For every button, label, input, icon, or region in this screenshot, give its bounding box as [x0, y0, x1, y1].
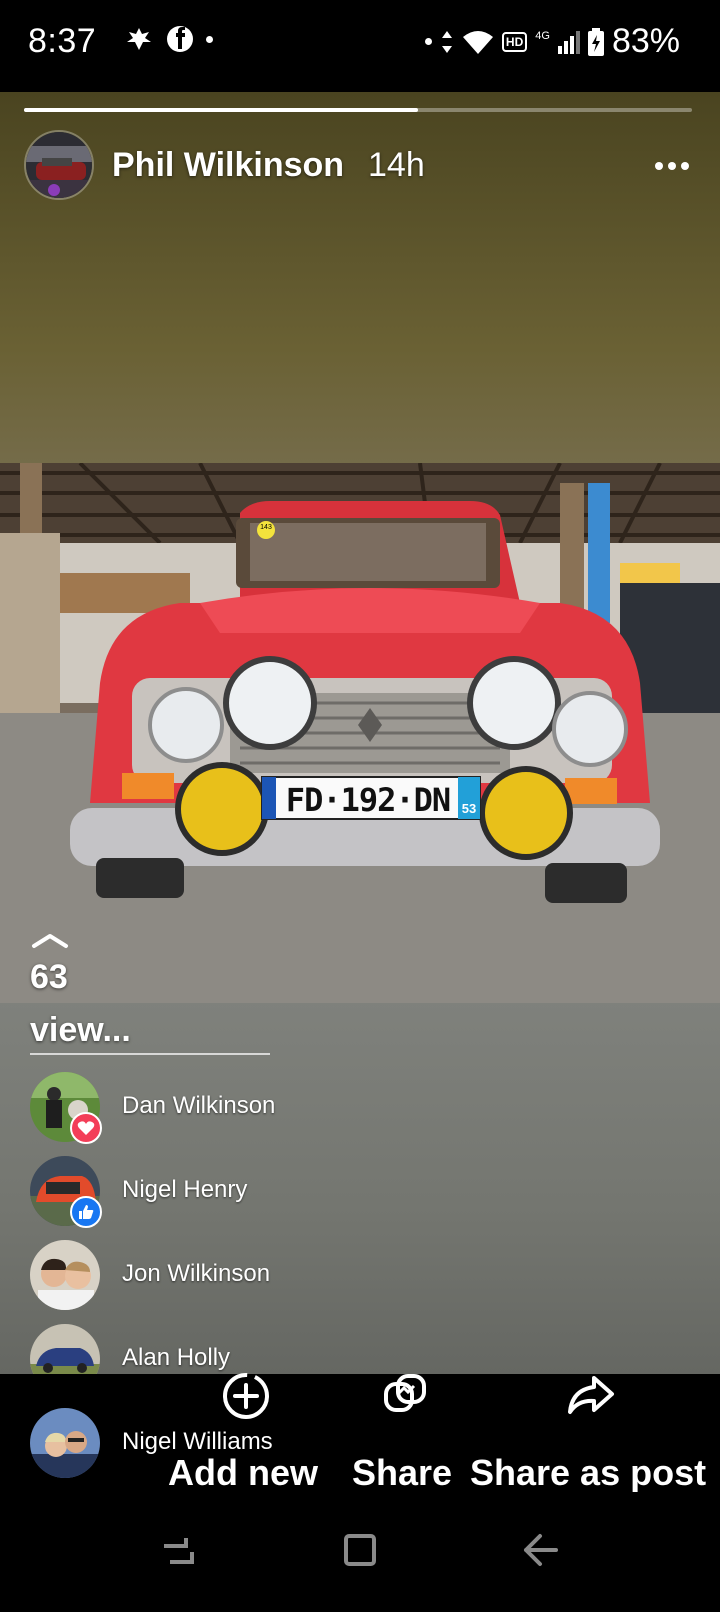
data-arrows-icon [441, 30, 452, 53]
love-reaction-icon [70, 1112, 102, 1144]
post-time: 14h [368, 146, 425, 184]
views-underline [30, 1053, 270, 1055]
chevron-up-icon[interactable] [28, 930, 72, 950]
status-dot-right [424, 38, 432, 45]
viewer-name: Alan Holly [122, 1344, 231, 1371]
add-new-label[interactable]: Add new [168, 1452, 318, 1494]
views-count[interactable]: 63 [30, 958, 68, 997]
windshield-sticker: 143 [260, 524, 272, 531]
license-plate-text: FD·192·DN [285, 781, 451, 819]
battery-icon [587, 27, 604, 56]
story-photo: FD·192·DN 53 143 [0, 463, 720, 1003]
add-circle-icon [223, 1373, 269, 1419]
system-nav-bar [0, 1492, 720, 1612]
status-bar: 8:37 HD 4G 83% [0, 0, 720, 88]
author-avatar[interactable] [24, 130, 94, 200]
wifi-icon [462, 30, 493, 54]
battery-percent: 83% [611, 22, 680, 60]
viewer-avatar [30, 1408, 100, 1478]
signal-icon [557, 30, 580, 54]
more-dot [655, 162, 663, 170]
status-left-icons [124, 24, 213, 54]
more-dot [681, 162, 689, 170]
author-name[interactable]: Phil Wilkinson [112, 146, 344, 185]
recent-apps-icon[interactable] [160, 1532, 196, 1568]
network-label: 4G [535, 29, 550, 42]
share-arrow-icon [568, 1376, 614, 1414]
status-dot [206, 35, 213, 43]
viewer-name: Nigel Henry [122, 1176, 248, 1203]
share-as-post-label[interactable]: Share as post [470, 1452, 706, 1494]
notification-icon [127, 28, 151, 50]
like-reaction-icon [70, 1196, 102, 1228]
share-label[interactable]: Share [352, 1452, 452, 1494]
viewer-name: Jon Wilkinson [122, 1260, 271, 1287]
viewer-name: Dan Wilkinson [122, 1092, 276, 1119]
more-dot [668, 162, 676, 170]
add-new-button[interactable] [218, 1370, 274, 1422]
viewer-row[interactable]: Dan Wilkinson [30, 1072, 430, 1144]
more-options-button[interactable] [648, 150, 696, 182]
share-button[interactable] [376, 1370, 432, 1422]
share-as-post-button[interactable] [562, 1370, 618, 1422]
facebook-icon [167, 26, 193, 52]
viewer-row[interactable]: Jon Wilkinson [30, 1240, 430, 1310]
viewer-avatar [30, 1240, 100, 1310]
story-progress-bar [24, 108, 692, 112]
viewer-row[interactable]: Nigel Henry [30, 1156, 430, 1228]
plate-region: 53 [461, 801, 477, 816]
hd-badge: HD [501, 31, 528, 52]
status-time: 8:37 [28, 22, 97, 60]
views-label[interactable]: view... [30, 1011, 131, 1050]
story-progress-fill [24, 108, 419, 112]
home-icon[interactable] [342, 1532, 378, 1568]
back-icon[interactable] [520, 1532, 560, 1568]
messenger-share-icon [384, 1374, 426, 1412]
status-right: HD 4G 83% [424, 22, 680, 61]
